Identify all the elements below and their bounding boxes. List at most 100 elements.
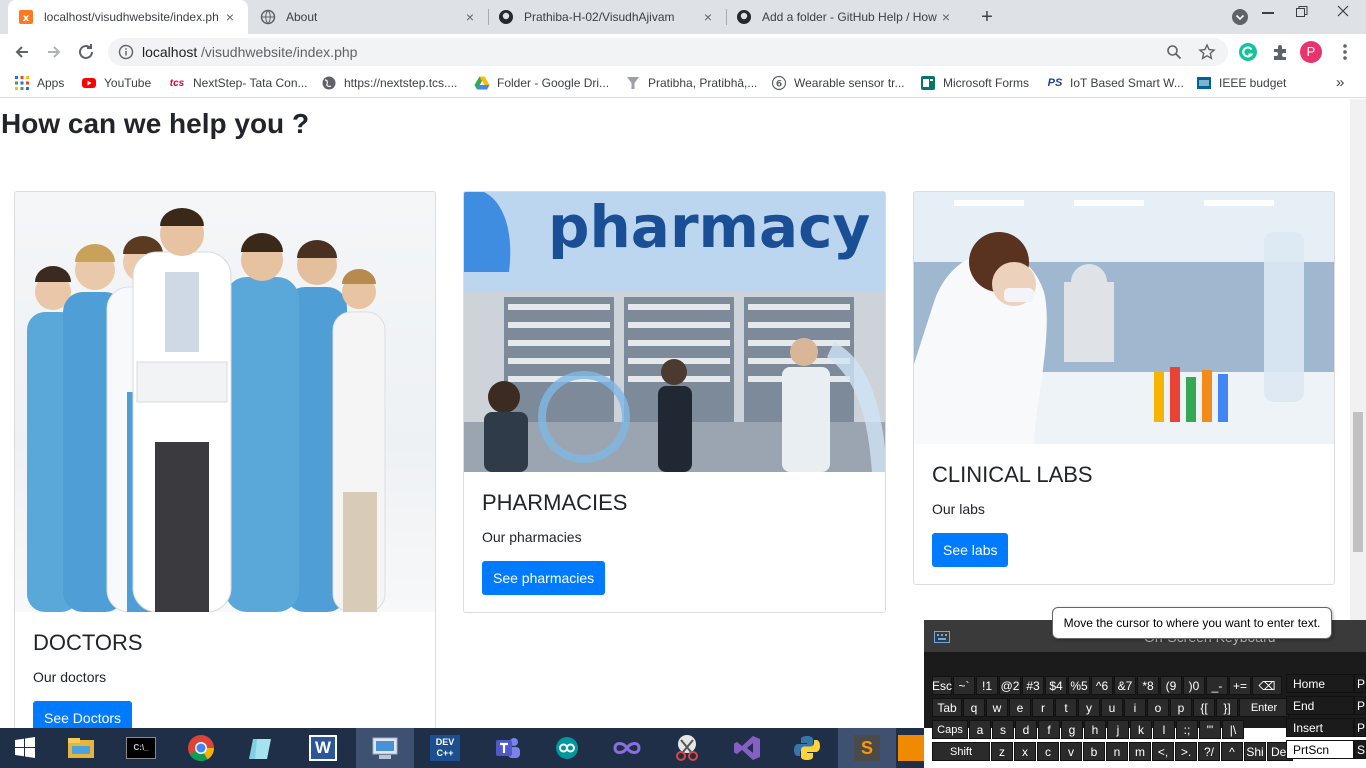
bookmarks-overflow-button[interactable]: » bbox=[1336, 74, 1344, 91]
osk-key[interactable]: #3 bbox=[1022, 676, 1044, 695]
tab-search-icon[interactable] bbox=[1232, 9, 1248, 25]
osk-key[interactable]: :; bbox=[1176, 720, 1198, 739]
osk-key[interactable]: g bbox=[1061, 720, 1083, 739]
osk-key[interactable]: f bbox=[1038, 720, 1060, 739]
bookmark-ieee[interactable]: IEEE budget bbox=[1196, 75, 1286, 91]
osk-key[interactable]: q bbox=[963, 698, 985, 717]
python-icon[interactable] bbox=[778, 728, 836, 768]
taskbar-overflow-icon[interactable] bbox=[898, 728, 924, 768]
teams-icon[interactable] bbox=[478, 728, 536, 768]
osk-key[interactable]: x bbox=[1014, 742, 1036, 761]
osk-key[interactable]: Enter bbox=[1239, 698, 1289, 717]
osk-key[interactable]: z bbox=[991, 742, 1013, 761]
osk-side-key[interactable]: Insert bbox=[1286, 718, 1354, 737]
profile-avatar[interactable]: P bbox=[1300, 41, 1322, 63]
start-button[interactable] bbox=[0, 728, 50, 768]
zoom-search-icon[interactable] bbox=[1166, 44, 1182, 60]
osk-side-key[interactable]: S bbox=[1354, 740, 1366, 759]
osk-key[interactable]: Shi bbox=[1244, 742, 1266, 761]
tab-about[interactable]: About × bbox=[250, 0, 488, 34]
osk-side-key[interactable]: P bbox=[1354, 718, 1366, 737]
bookmark-wearable[interactable]: 6 Wearable sensor tr... bbox=[771, 75, 905, 91]
osk-side-key[interactable]: Home bbox=[1286, 674, 1354, 693]
osk-key[interactable]: y bbox=[1078, 698, 1100, 717]
osk-key[interactable]: (9 bbox=[1160, 676, 1182, 695]
see-pharmacies-button[interactable]: See pharmacies bbox=[482, 561, 606, 595]
restore-icon[interactable] bbox=[1296, 5, 1308, 17]
osk-key[interactable]: |\ bbox=[1222, 720, 1244, 739]
bookmark-google-drive[interactable]: Folder - Google Dri... bbox=[474, 75, 609, 91]
osk-key[interactable]: {[ bbox=[1193, 698, 1215, 717]
osk-key[interactable]: _- bbox=[1206, 676, 1228, 695]
chrome-icon[interactable] bbox=[172, 728, 230, 768]
osk-key[interactable]: += bbox=[1229, 676, 1251, 695]
new-tab-button[interactable]: + bbox=[976, 6, 998, 28]
osk-key[interactable]: l bbox=[1153, 720, 1175, 739]
notepad-icon[interactable] bbox=[232, 728, 290, 768]
osk-key[interactable]: w bbox=[986, 698, 1008, 717]
see-labs-button[interactable]: See labs bbox=[932, 533, 1009, 567]
close-tab-icon[interactable]: × bbox=[222, 9, 238, 25]
osk-key[interactable]: Shift bbox=[932, 742, 990, 761]
command-prompt-icon[interactable]: C:\_ bbox=[112, 728, 170, 768]
osk-key[interactable]: t bbox=[1055, 698, 1077, 717]
bookmark-nextstep-url[interactable]: https://nextstep.tcs.... bbox=[321, 75, 457, 91]
osk-key[interactable]: &7 bbox=[1114, 676, 1136, 695]
osk-side-key[interactable]: P bbox=[1354, 674, 1366, 693]
osk-key[interactable]: m bbox=[1129, 742, 1151, 761]
infinity-app-icon[interactable] bbox=[598, 728, 656, 768]
osk-key[interactable]: u bbox=[1101, 698, 1123, 717]
snipping-tool-icon[interactable] bbox=[658, 728, 716, 768]
visual-studio-icon[interactable] bbox=[718, 728, 776, 768]
osk-key[interactable]: ?/ bbox=[1198, 742, 1220, 761]
osk-key[interactable]: a bbox=[969, 720, 991, 739]
osk-key[interactable]: h bbox=[1084, 720, 1106, 739]
osk-key[interactable]: Caps bbox=[932, 720, 968, 739]
osk-key[interactable]: "' bbox=[1199, 720, 1221, 739]
osk-key[interactable]: Esc bbox=[932, 676, 952, 695]
osk-key[interactable]: ^6 bbox=[1091, 676, 1113, 695]
close-window-button[interactable] bbox=[1320, 0, 1366, 22]
arduino-icon[interactable] bbox=[538, 728, 596, 768]
menu-kebab-icon[interactable] bbox=[1337, 42, 1353, 62]
forward-button[interactable] bbox=[42, 40, 66, 64]
osk-key[interactable]: %5 bbox=[1068, 676, 1090, 695]
tab-github-repo[interactable]: Prathiba-H-02/VisudhAjivam × bbox=[488, 0, 726, 34]
osk-key[interactable]: @2 bbox=[999, 676, 1021, 695]
close-tab-icon[interactable]: × bbox=[462, 9, 478, 25]
address-bar[interactable]: localhost /visudhwebsite/index.php bbox=[108, 38, 1228, 66]
bookmark-pratibha[interactable]: Pratibha, Pratibhā,... bbox=[625, 75, 757, 91]
osk-key[interactable]: <, bbox=[1152, 742, 1174, 761]
osk-key[interactable]: k bbox=[1130, 720, 1152, 739]
osk-key[interactable]: $4 bbox=[1045, 676, 1067, 695]
scrollbar-thumb[interactable] bbox=[1353, 412, 1363, 552]
close-tab-icon[interactable]: × bbox=[700, 9, 716, 25]
osk-key[interactable]: i bbox=[1124, 698, 1146, 717]
osk-key[interactable]: n bbox=[1106, 742, 1128, 761]
back-button[interactable] bbox=[10, 40, 34, 64]
bookmark-nextstep[interactable]: tcs NextStep- Tata Con... bbox=[168, 75, 308, 91]
bookmark-ms-forms[interactable]: Microsoft Forms bbox=[920, 75, 1029, 91]
bookmark-iot[interactable]: PS IoT Based Smart W... bbox=[1047, 75, 1184, 91]
osk-key[interactable]: ~` bbox=[953, 676, 975, 695]
osk-key[interactable]: j bbox=[1107, 720, 1129, 739]
osk-key[interactable]: !1 bbox=[976, 676, 998, 695]
osk-key[interactable]: b bbox=[1083, 742, 1105, 761]
reload-button[interactable] bbox=[74, 40, 98, 64]
osk-key[interactable]: c bbox=[1037, 742, 1059, 761]
extensions-icon[interactable] bbox=[1271, 43, 1289, 61]
sublime-text-icon[interactable]: S bbox=[838, 728, 896, 768]
osk-key[interactable]: r bbox=[1032, 698, 1054, 717]
close-tab-icon[interactable]: × bbox=[938, 9, 954, 25]
osk-key[interactable]: s bbox=[992, 720, 1014, 739]
see-doctors-button[interactable]: See Doctors bbox=[33, 701, 133, 728]
osk-key[interactable]: p bbox=[1170, 698, 1192, 717]
osk-key[interactable]: v bbox=[1060, 742, 1082, 761]
grammarly-icon[interactable] bbox=[1239, 43, 1257, 61]
osk-key[interactable]: }] bbox=[1216, 698, 1238, 717]
osk-side-key[interactable]: End bbox=[1286, 696, 1354, 715]
bookmark-star-icon[interactable] bbox=[1198, 43, 1216, 61]
osk-key[interactable]: o bbox=[1147, 698, 1169, 717]
osk-key[interactable]: d bbox=[1015, 720, 1037, 739]
file-explorer-icon[interactable] bbox=[52, 728, 110, 768]
